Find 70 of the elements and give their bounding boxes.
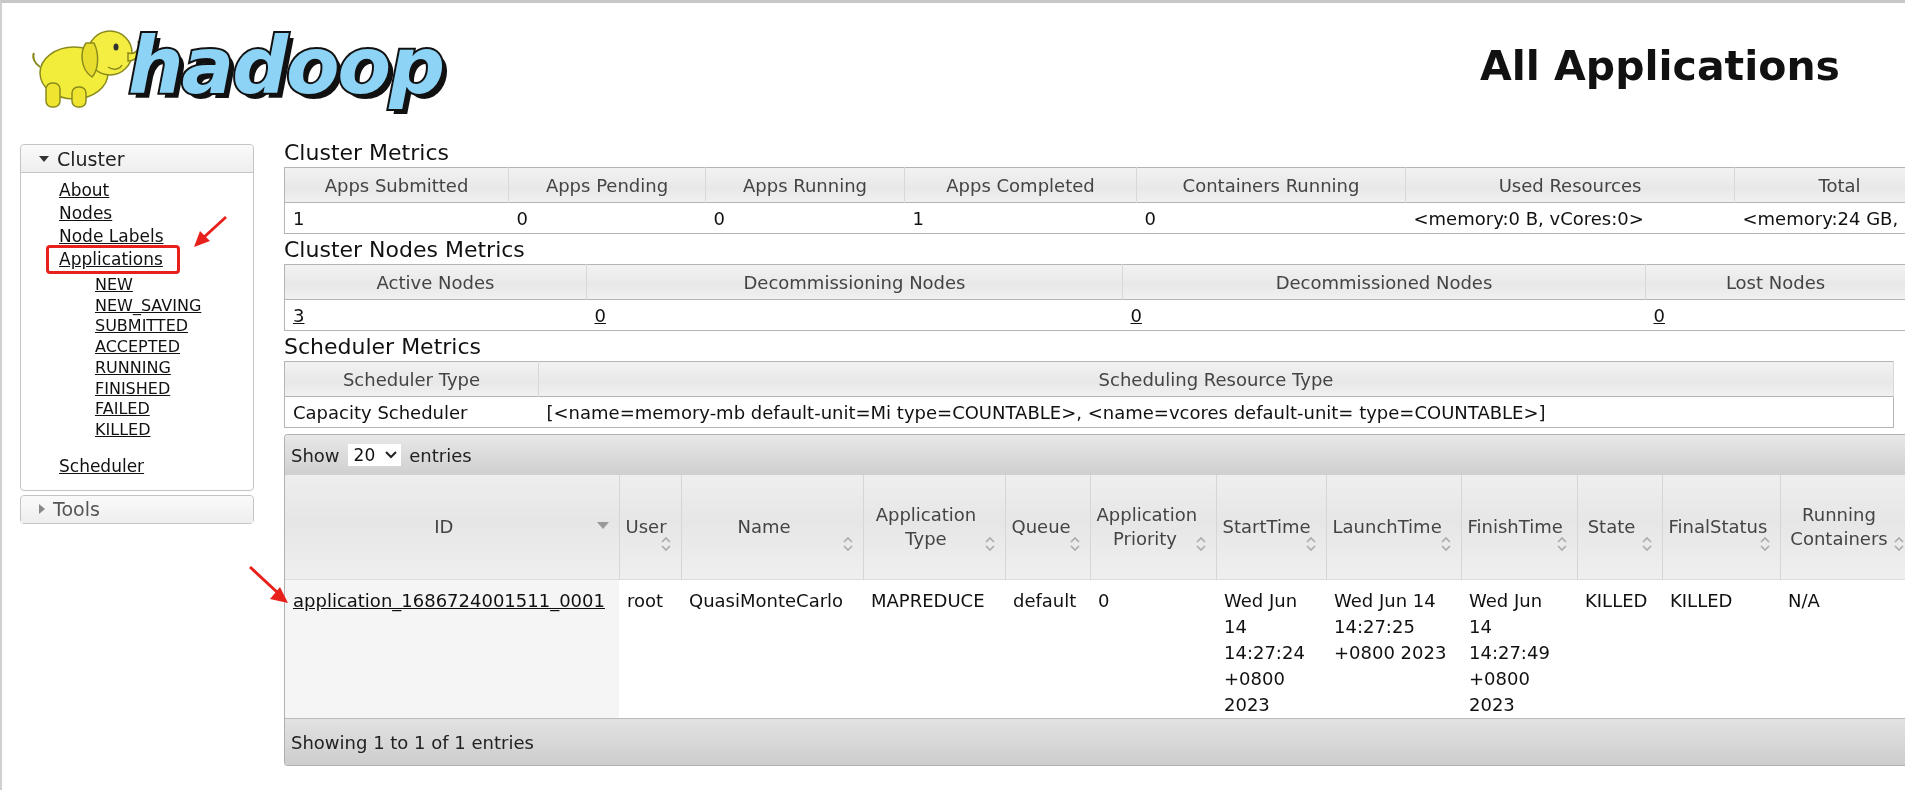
column-header[interactable]: Application Priority [1090, 475, 1216, 580]
table-cell: root [627, 590, 664, 611]
section-heading: Cluster Metrics [284, 139, 450, 167]
table-cell: MAPREDUCE [871, 590, 985, 611]
column-header: Containers Running [1136, 167, 1406, 203]
metric-value: 1 [912, 207, 924, 229]
nav-sublink[interactable]: NEW [95, 275, 133, 296]
column-header[interactable]: Application Type [863, 475, 1005, 580]
nav-link[interactable]: Applications [46, 245, 180, 274]
sidebar-section-header[interactable]: Tools [20, 494, 254, 524]
metric-link[interactable]: 3 [293, 304, 305, 326]
section-heading: Cluster Nodes Metrics [284, 236, 526, 264]
metric-value: 1 [293, 207, 305, 229]
column-header[interactable]: FinishTime [1461, 475, 1577, 580]
metric-value: [<name=memory-mb default-unit=Mi type=COUNTABLE>, <name=vcores default-unit= type=COUNTABLE>] [546, 401, 1546, 423]
column-header: Apps Completed [904, 167, 1137, 203]
nav-sublink[interactable]: NEW_SAVING [95, 295, 202, 317]
metric-link[interactable]: 0 [594, 304, 606, 326]
nav-sublink[interactable]: KILLED [95, 419, 151, 441]
metric-value: Capacity Scheduler [293, 401, 468, 423]
entries-info: Showing 1 to 1 of 1 entries [291, 731, 534, 753]
section-title[interactable]: Tools [53, 498, 100, 521]
column-header: Lost Nodes [1645, 264, 1905, 300]
column-header: Apps Running [705, 167, 905, 203]
metric-value: 0 [1144, 207, 1156, 229]
column-header: Scheduler Type [284, 361, 539, 397]
column-header: Used Resources [1405, 167, 1735, 203]
metric-value: <memory:0 B, vCores:0> [1413, 207, 1644, 229]
column-header: Apps Pending [508, 167, 706, 203]
table-cell: default [1013, 590, 1077, 611]
column-header[interactable]: Running Containers [1780, 475, 1905, 580]
column-header[interactable]: ID [285, 475, 619, 580]
column-header[interactable]: User [619, 475, 681, 580]
column-header[interactable]: FinalStatus [1662, 475, 1780, 580]
table-cell: Wed Jun 14 14:27:25 +0800 2023 [1334, 590, 1447, 663]
page-size-select[interactable]: 20 [347, 444, 402, 466]
application-link[interactable]: application_1686724001511_0001 [293, 590, 605, 611]
metric-value: 0 [516, 207, 528, 229]
metric-link[interactable]: 0 [1653, 304, 1665, 326]
column-header: Scheduling Resource Type [538, 361, 1894, 397]
section-heading: Scheduler Metrics [284, 333, 482, 361]
nav-sublink[interactable]: RUNNING [95, 357, 171, 379]
column-header: Decommissioning Nodes [586, 264, 1123, 300]
nav-link[interactable]: Scheduler [46, 451, 162, 481]
nav-sublink[interactable]: SUBMITTED [95, 316, 189, 338]
column-header: Active Nodes [284, 264, 587, 300]
show-label: Show [291, 444, 340, 466]
table-cell: Wed Jun 14 14:27:24 +0800 2023 [1224, 590, 1305, 715]
metric-value: <memory:24 GB, [1742, 207, 1899, 229]
nav-sublink[interactable]: ACCEPTED [95, 337, 180, 358]
table-cell: QuasiMonteCarlo [689, 590, 844, 611]
table-cell: Wed Jun 14 14:27:49 +0800 2023 [1469, 590, 1550, 715]
column-header: Apps Submitted [284, 167, 509, 203]
column-header[interactable]: State [1577, 475, 1662, 580]
table-cell: KILLED [1670, 590, 1733, 611]
entries-label: entries [409, 444, 472, 466]
column-header[interactable]: StartTime [1216, 475, 1326, 580]
table-cell: N/A [1788, 590, 1820, 611]
table-cell: KILLED [1585, 590, 1648, 611]
column-header: Total [1734, 167, 1905, 203]
metric-link[interactable]: 0 [1130, 304, 1142, 326]
column-header[interactable]: Queue [1005, 475, 1090, 580]
column-header[interactable]: LaunchTime [1326, 475, 1461, 580]
table-cell: 0 [1098, 590, 1110, 611]
column-header: Decommissioned Nodes [1122, 264, 1646, 300]
nav-sublink[interactable]: FINISHED [95, 378, 171, 400]
page-title: All Applications [1479, 41, 1840, 90]
nav-sublink[interactable]: FAILED [95, 399, 150, 420]
metric-value: 0 [713, 207, 725, 229]
column-header[interactable]: Name [681, 475, 863, 580]
